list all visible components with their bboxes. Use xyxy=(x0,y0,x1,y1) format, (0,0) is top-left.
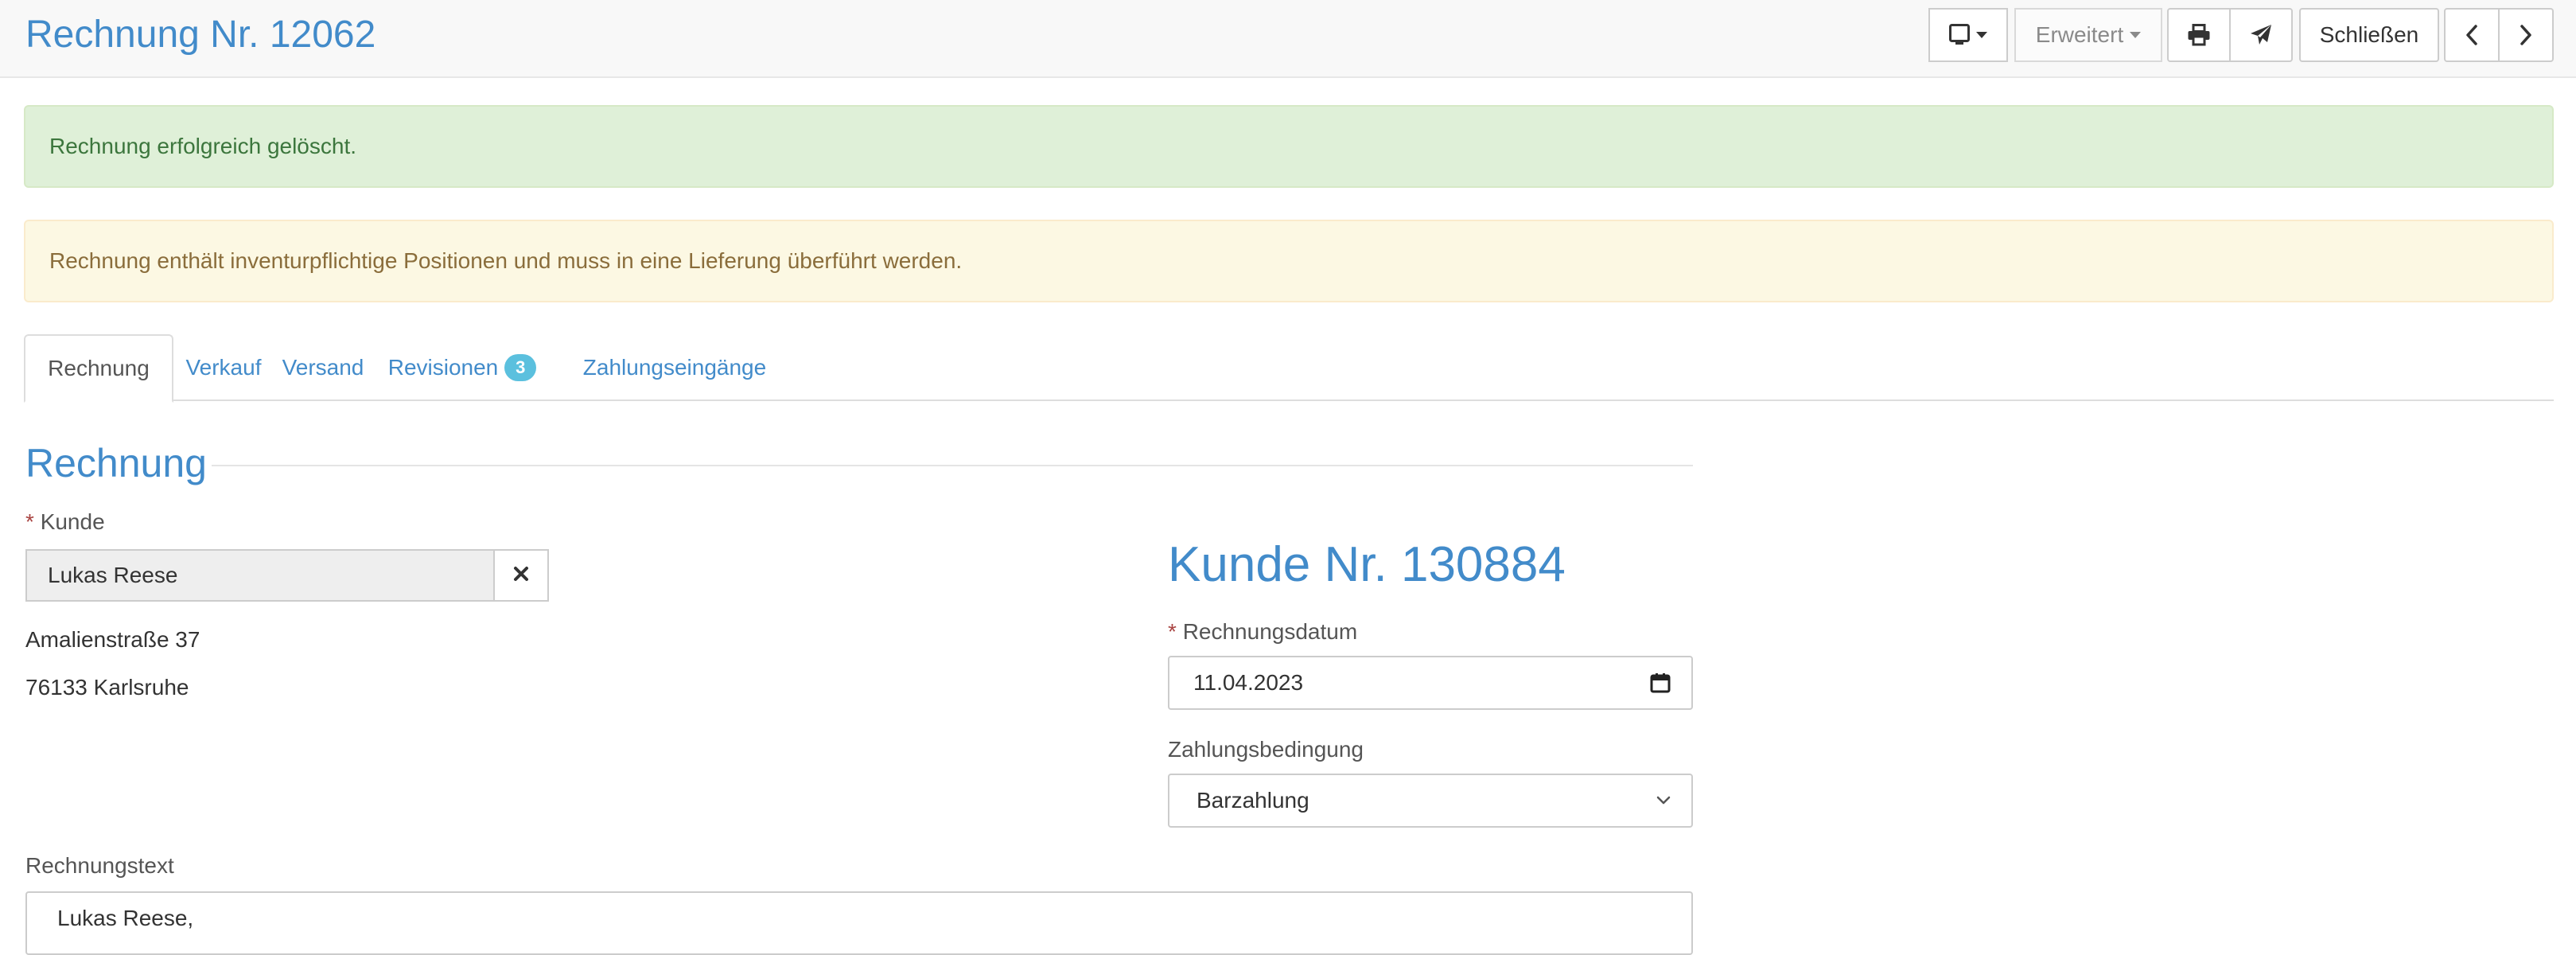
caret-down-icon xyxy=(2130,32,2142,38)
warning-alert-text: Rechnung enthält inventurpflichtige Posi… xyxy=(49,248,963,273)
required-marker: * xyxy=(25,509,34,534)
invoice-date-input[interactable]: 11.04.2023 xyxy=(1168,656,1693,710)
payment-terms-label: Zahlungsbedingung xyxy=(1168,737,1364,762)
customer-label: * Kunde xyxy=(25,509,105,534)
previous-button[interactable] xyxy=(2444,8,2500,62)
customer-address-street: Amalienstraße 37 xyxy=(25,627,200,652)
tab-label: Verkauf xyxy=(185,355,262,380)
next-button[interactable] xyxy=(2498,8,2554,62)
tablet-icon xyxy=(1949,24,1970,46)
customer-field[interactable]: Lukas Reese xyxy=(25,549,493,602)
customer-number-heading: Kunde Nr. 130884 xyxy=(1168,537,1566,592)
section-divider xyxy=(212,465,1693,466)
caret-down-icon xyxy=(1976,32,1987,38)
chevron-right-icon xyxy=(2520,25,2532,45)
section-title: Rechnung xyxy=(25,441,207,485)
invoice-date-label: * Rechnungsdatum xyxy=(1168,619,1358,644)
success-alert: Rechnung erfolgreich gelöscht. xyxy=(24,105,2554,188)
close-icon xyxy=(513,566,529,586)
invoice-text-label: Rechnungstext xyxy=(25,853,174,878)
close-button[interactable]: Schließen xyxy=(2299,8,2439,62)
invoice-text-value: Lukas Reese, xyxy=(57,906,194,930)
erweitert-dropdown-button[interactable]: Erweitert xyxy=(2014,8,2162,62)
revisions-count-badge: 3 xyxy=(504,354,537,381)
paper-plane-icon xyxy=(2250,24,2272,46)
tab-label: Zahlungseingänge xyxy=(582,355,767,380)
print-button[interactable] xyxy=(2167,8,2231,62)
invoice-text-area[interactable]: Lukas Reese, xyxy=(25,891,1693,955)
required-marker: * xyxy=(1168,619,1177,644)
chevron-left-icon xyxy=(2465,25,2478,45)
calendar-icon[interactable] xyxy=(1650,672,1671,693)
print-icon xyxy=(2187,24,2211,46)
send-button[interactable] xyxy=(2229,8,2293,62)
tab-revisionen[interactable]: Revisionen 3 xyxy=(372,334,552,401)
tab-zahlungseingaenge[interactable]: Zahlungseingänge xyxy=(552,334,797,401)
page-title: Rechnung Nr. 12062 xyxy=(25,14,376,56)
tab-rechnung[interactable]: Rechnung xyxy=(24,334,173,403)
tab-label: Rechnung xyxy=(48,356,150,380)
success-alert-text: Rechnung erfolgreich gelöscht. xyxy=(49,134,357,158)
close-button-label: Schließen xyxy=(2319,22,2419,47)
payment-terms-select[interactable]: Barzahlung xyxy=(1168,774,1693,828)
device-dropdown-button[interactable] xyxy=(1928,8,2008,62)
clear-customer-button[interactable] xyxy=(493,549,549,602)
top-navbar: Rechnung Nr. 12062 Erweitert Schließen xyxy=(0,0,2576,78)
tab-label: Versand xyxy=(282,355,364,380)
tab-versand[interactable]: Versand xyxy=(274,334,372,401)
invoice-date-value: 11.04.2023 xyxy=(1193,670,1304,695)
tab-label: Revisionen xyxy=(387,355,499,380)
erweitert-label: Erweitert xyxy=(2035,22,2124,47)
chevron-down-icon xyxy=(1656,796,1671,805)
tab-verkauf[interactable]: Verkauf xyxy=(173,334,274,401)
payment-terms-value: Barzahlung xyxy=(1197,788,1309,813)
tab-bar: Rechnung Verkauf Versand Revisionen 3 Za… xyxy=(24,334,2554,403)
warning-alert: Rechnung enthält inventurpflichtige Posi… xyxy=(24,220,2554,302)
customer-value: Lukas Reese xyxy=(48,563,178,587)
customer-address-city: 76133 Karlsruhe xyxy=(25,675,189,700)
